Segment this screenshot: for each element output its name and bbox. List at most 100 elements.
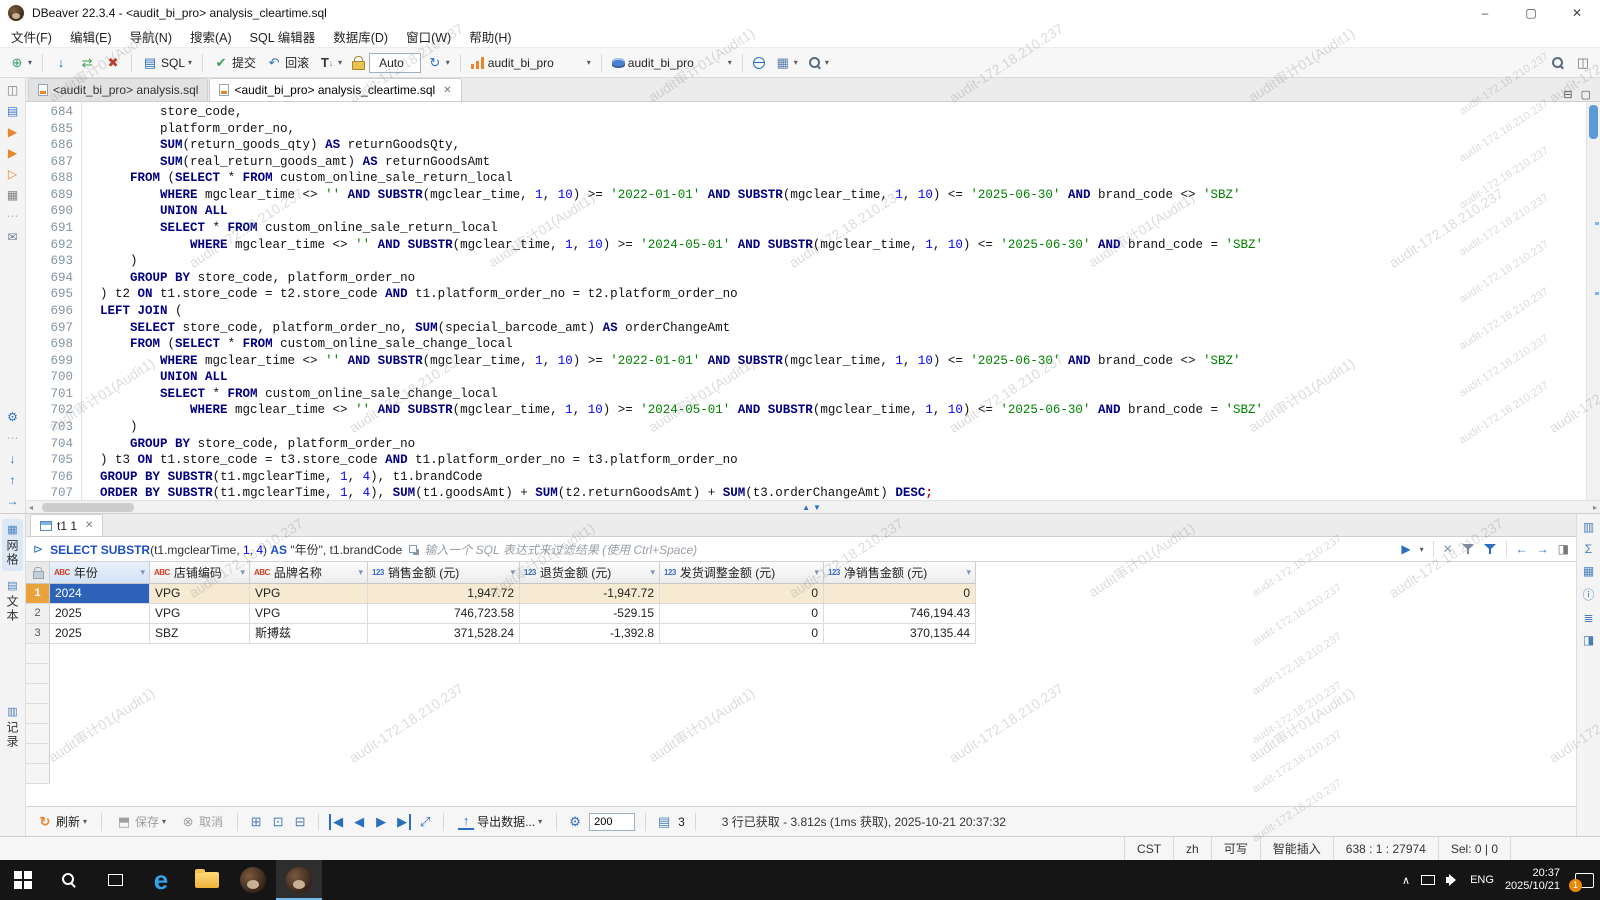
dbeaver-taskbar-button[interactable] (230, 860, 276, 900)
column-header-3[interactable]: 123销售金额 (元)▾ (368, 562, 520, 584)
open-perspective-button[interactable]: ◫ (1571, 53, 1595, 73)
minimize-view-icon[interactable]: ⊟ (1563, 88, 1572, 101)
grid-cell[interactable]: 0 (660, 584, 824, 604)
dbeaver-taskbar-button-active[interactable] (276, 860, 322, 900)
calculator-panel-icon[interactable]: Σ (1585, 542, 1592, 556)
settings-gear-icon[interactable]: ⚙ (4, 409, 22, 425)
autocommit-lock-button[interactable] (348, 54, 367, 71)
duplicate-row-icon[interactable]: ⊡ (270, 814, 286, 830)
editor-horizontal-scrollbar[interactable]: ◂ ▲▼ ▸ (26, 500, 1600, 513)
sort-dropdown-icon[interactable]: ▾ (358, 567, 363, 578)
cancel-button[interactable]: ⊗取消 (176, 811, 227, 832)
row-number[interactable]: 1 (26, 584, 50, 604)
delete-row-icon[interactable]: ⊟ (292, 814, 308, 830)
refresh-mode-combo[interactable]: Auto (369, 53, 421, 73)
grid-cell[interactable]: -1,392.8 (520, 624, 660, 644)
save-button[interactable]: ⬒保存▾ (112, 811, 170, 832)
column-header-5[interactable]: 123发货调整金额 (元)▾ (660, 562, 824, 584)
grid-cell[interactable]: VPG (250, 604, 368, 624)
connection-selector[interactable]: audit_bi_pro▾ (467, 54, 595, 72)
grid-cell[interactable]: 746,723.58 (368, 604, 520, 624)
sort-dropdown-icon[interactable]: ▾ (140, 567, 145, 578)
export-result-icon[interactable]: ✉ (4, 229, 22, 245)
save-file-icon[interactable]: ↓ (4, 451, 22, 467)
chevron-down-icon[interactable]: ▾ (1420, 545, 1424, 554)
editor-tab-0[interactable]: <audit_bi_pro> analysis.sql (28, 78, 208, 101)
editor-vertical-scrollbar[interactable] (1586, 102, 1600, 500)
column-header-4[interactable]: 123退货金额 (元)▾ (520, 562, 660, 584)
grid-corner-cell[interactable] (26, 562, 50, 584)
grid-cell[interactable]: 2025 (50, 604, 150, 624)
file-explorer-button[interactable] (184, 860, 230, 900)
sort-dropdown-icon[interactable]: ▾ (510, 567, 515, 578)
menu-item[interactable]: 窗口(W) (397, 25, 460, 48)
menu-item[interactable]: 文件(F) (2, 25, 61, 48)
sort-dropdown-icon[interactable]: ▾ (240, 567, 245, 578)
grid-cell[interactable]: SBZ (150, 624, 250, 644)
execute-statement-icon[interactable]: ▶ (4, 124, 22, 140)
clock[interactable]: 20:37 2025/10/21 (1505, 867, 1560, 893)
rollback-button[interactable]: ↶回滚 (262, 52, 313, 73)
clear-filter-icon[interactable]: ✕ (1443, 542, 1453, 556)
explain-plan-icon[interactable]: ▦ (4, 187, 22, 203)
export-data-button[interactable]: ↑导出数据...▾ (454, 811, 546, 832)
grid-cell[interactable]: 1,947.72 (368, 584, 520, 604)
results-side-tab-1[interactable]: ▤文本 (2, 575, 23, 627)
open-file-icon[interactable]: ↑ (4, 472, 22, 488)
grouping-panel-icon[interactable]: ▦ (1583, 564, 1594, 578)
scroll-left-icon[interactable]: ◂ (26, 501, 36, 513)
filter-placeholder[interactable]: 输入一个 SQL 表达式来过滤结果 (使用 Ctrl+Space) (424, 541, 697, 558)
transaction-mode-button[interactable]: T↓▾ (315, 53, 346, 73)
minimize-button[interactable]: – (1462, 0, 1508, 26)
grid-cell[interactable]: -529.15 (520, 604, 660, 624)
grid-cell[interactable]: VPG (150, 584, 250, 604)
result-tab[interactable]: t1 1 ✕ (30, 514, 103, 536)
editor-tab-1[interactable]: <audit_bi_pro> analysis_cleartime.sql✕ (209, 78, 461, 101)
display-icon[interactable] (1421, 875, 1435, 885)
custom-filter-icon[interactable]: ⊳ (33, 542, 43, 556)
scrollbar-thumb[interactable] (42, 503, 134, 512)
row-number[interactable]: 2 (26, 604, 50, 624)
next-row-icon[interactable]: ▶ (373, 814, 389, 830)
grid-cell[interactable]: 370,135.44 (824, 624, 976, 644)
commit-button[interactable]: ✔提交 (209, 52, 260, 73)
close-button[interactable]: ✕ (1554, 0, 1600, 26)
previous-row-icon[interactable]: ◀ (351, 814, 367, 830)
open-connection-button[interactable]: ↓ (49, 53, 73, 73)
database-tasks-button[interactable]: ▦▾ (771, 53, 802, 73)
column-header-6[interactable]: 123净销售金额 (元)▾ (824, 562, 976, 584)
fetch-size-input[interactable] (589, 813, 635, 831)
grid-cell[interactable]: 746,194.43 (824, 604, 976, 624)
add-row-icon[interactable]: ⊞ (248, 814, 264, 830)
result-grid[interactable]: ABC年份▾ABC店铺编码▾ABC品牌名称▾123销售金额 (元)▾123退货金… (26, 562, 1576, 806)
execute-new-tab-icon[interactable]: ▷ (4, 166, 22, 182)
edge-taskbar-button[interactable]: e (138, 860, 184, 900)
row-number[interactable]: 3 (26, 624, 50, 644)
results-side-tab-2[interactable]: ▥记录 (2, 701, 23, 753)
menu-item[interactable]: 导航(N) (121, 25, 181, 48)
disconnect-button[interactable]: ✖ (101, 53, 125, 73)
notification-icon[interactable]: 1 (1575, 873, 1594, 888)
quick-access-search-button[interactable] (1547, 54, 1569, 72)
last-row-icon[interactable]: ▶ (395, 814, 411, 830)
grid-cell[interactable]: 0 (824, 584, 976, 604)
grid-cell[interactable]: VPG (150, 604, 250, 624)
speaker-icon[interactable] (1446, 874, 1459, 886)
column-header-2[interactable]: ABC品牌名称▾ (250, 562, 368, 584)
new-sql-editor-button[interactable]: ▤SQL▾ (138, 53, 196, 73)
column-header-0[interactable]: ABC年份▾ (50, 562, 150, 584)
tray-expand-icon[interactable]: ∧ (1402, 874, 1410, 887)
schema-selector[interactable]: audit_bi_pro▾ (608, 54, 736, 72)
scrollbar-thumb[interactable] (1589, 105, 1598, 139)
filter-expression[interactable]: SELECT SUBSTR(t1.mgclearTime, 1, 4) AS "… (50, 541, 402, 558)
refresh-button[interactable]: ↻刷新▾ (33, 811, 91, 832)
grid-cell[interactable]: 2025 (50, 624, 150, 644)
sort-dropdown-icon[interactable]: ▾ (814, 567, 819, 578)
filter-history-back-icon[interactable]: ← (1516, 542, 1528, 556)
maximize-button[interactable]: ▢ (1508, 0, 1554, 26)
sql-editor[interactable]: 6846856866876886896906916926936946956966… (26, 102, 1600, 500)
db-navigator-icon[interactable]: ▤ (4, 103, 22, 119)
grid-cell[interactable]: -1,947.72 (520, 584, 660, 604)
sql-code-area[interactable]: store_code, platform_order_no, SUM(retur… (82, 102, 1586, 500)
value-viewer-icon[interactable]: ▥ (1583, 520, 1594, 534)
